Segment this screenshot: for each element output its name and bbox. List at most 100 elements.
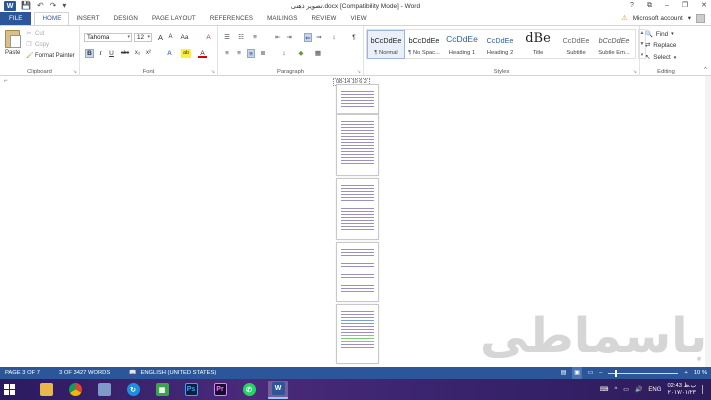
font-launcher-icon[interactable]: ↘ xyxy=(211,69,215,75)
taskbar-file-explorer[interactable] xyxy=(36,381,56,399)
tab-view[interactable]: VIEW xyxy=(344,12,374,25)
vertical-scrollbar[interactable] xyxy=(705,76,711,367)
avatar[interactable] xyxy=(696,14,705,23)
subscript-button[interactable]: x₂ xyxy=(133,49,142,58)
help-button[interactable]: ? xyxy=(630,0,634,12)
proofing-icon[interactable]: 📖 xyxy=(129,370,136,376)
style-title[interactable]: dBe Title xyxy=(519,30,557,59)
word-count[interactable]: 3 OF 3427 WORDS xyxy=(59,370,110,376)
underline-button[interactable]: U xyxy=(107,49,116,58)
strikethrough-button[interactable]: abc xyxy=(119,49,131,58)
tab-selector-icon[interactable]: ⌐ xyxy=(4,78,8,84)
document-page-3[interactable] xyxy=(336,114,379,176)
copy-button[interactable]: ❐ Copy xyxy=(26,41,49,49)
styles-launcher-icon[interactable]: ↘ xyxy=(633,69,637,75)
style-normal[interactable]: bCcDdEe ¶ Normal xyxy=(367,30,405,59)
paragraph-launcher-icon[interactable]: ↘ xyxy=(357,69,361,75)
decrease-indent-icon[interactable]: ⇤ xyxy=(274,33,282,42)
document-page-6[interactable] xyxy=(336,304,379,364)
font-size-select[interactable]: 12 ▾ xyxy=(134,33,152,42)
ribbon-display-options-button[interactable]: ⧉ xyxy=(647,0,652,12)
close-button[interactable]: ✕ xyxy=(701,0,707,12)
tab-page-layout[interactable]: PAGE LAYOUT xyxy=(145,12,203,25)
input-language[interactable]: ENG xyxy=(648,387,661,393)
zoom-slider-thumb[interactable] xyxy=(615,369,618,377)
style-heading-1[interactable]: CcDdEe Heading 1 xyxy=(443,30,481,59)
find-button[interactable]: 🔍 Find ▾ xyxy=(645,30,674,39)
highlight-color-button[interactable]: ab xyxy=(181,49,191,58)
document-page-2[interactable] xyxy=(336,84,379,114)
bullets-icon[interactable]: ☰ xyxy=(223,33,231,42)
select-button[interactable]: ↖ Select ▾ xyxy=(645,54,676,61)
ltr-direction-icon[interactable]: ⇒ xyxy=(315,33,323,42)
show-marks-button[interactable]: ¶ xyxy=(350,33,358,42)
numbering-icon[interactable]: ☷ xyxy=(237,33,245,42)
taskbar-premiere[interactable]: Pr xyxy=(210,381,230,399)
zoom-level[interactable]: 10 % xyxy=(694,367,707,379)
taskbar-blue-app[interactable]: ↻ xyxy=(123,381,143,399)
align-left-icon[interactable]: ≡ xyxy=(223,49,231,58)
style-no-spacing[interactable]: bCcDdEe ¶ No Spac... xyxy=(405,30,443,59)
show-hidden-icons[interactable]: ^ xyxy=(614,387,617,393)
borders-icon[interactable]: ▦ xyxy=(314,49,322,58)
account-label[interactable]: Microsoft account xyxy=(633,12,683,25)
style-heading-2[interactable]: CcDdEe Heading 2 xyxy=(481,30,519,59)
volume-icon[interactable]: 🔊 xyxy=(635,386,642,393)
tab-design[interactable]: DESIGN xyxy=(107,12,145,25)
document-page-4[interactable] xyxy=(336,178,379,240)
sort-icon[interactable]: ↕ xyxy=(330,33,338,42)
tab-mailings[interactable]: MAILINGS xyxy=(260,12,304,25)
print-layout-icon[interactable]: ▣ xyxy=(572,367,582,379)
account-area[interactable]: ⚠ Microsoft account ▾ xyxy=(621,12,705,25)
web-layout-icon[interactable]: ▭ xyxy=(588,367,593,379)
taskbar-whatsapp[interactable]: ✆ xyxy=(239,381,259,399)
multilevel-list-icon[interactable]: ≡ xyxy=(251,33,259,42)
italic-button[interactable]: I xyxy=(96,49,105,58)
style-subtle-emphasis[interactable]: bCcDdEe Subtle Em... xyxy=(595,30,633,59)
taskbar-photoshop[interactable]: Ps xyxy=(181,381,201,399)
minimize-button[interactable]: – xyxy=(665,0,669,12)
language-status[interactable]: ENGLISH (UNITED STATES) xyxy=(140,370,216,376)
cut-button[interactable]: ✂ Cut xyxy=(26,30,44,38)
increase-indent-icon[interactable]: ⇥ xyxy=(285,33,293,42)
paste-icon[interactable] xyxy=(5,30,21,48)
taskbar-word[interactable]: W xyxy=(268,380,288,399)
bold-button[interactable]: B xyxy=(85,49,94,58)
grow-font-button[interactable]: A xyxy=(156,33,165,42)
rtl-direction-icon[interactable]: ⇐ xyxy=(304,33,312,42)
change-case-button[interactable]: Aa xyxy=(180,33,189,42)
align-center-icon[interactable]: ≡ xyxy=(235,49,243,58)
collapse-ribbon-icon[interactable]: ^ xyxy=(704,67,707,73)
zoom-out-button[interactable]: – xyxy=(599,367,602,379)
clear-formatting-button[interactable]: A xyxy=(204,33,213,42)
tab-file[interactable]: FILE xyxy=(0,12,32,25)
font-family-select[interactable]: Tahoma ▾ xyxy=(84,33,132,42)
taskbar-calculator[interactable]: ▦ xyxy=(152,381,172,399)
superscript-button[interactable]: x² xyxy=(144,49,153,58)
font-color-button[interactable]: A xyxy=(198,49,207,58)
keyboard-icon[interactable]: ⌨ xyxy=(600,386,609,393)
restore-button[interactable]: ❐ xyxy=(682,0,688,12)
tab-references[interactable]: REFERENCES xyxy=(203,12,260,25)
start-button[interactable] xyxy=(0,379,18,400)
paste-button[interactable]: Paste xyxy=(5,50,20,56)
format-painter-button[interactable]: 🖌 Format Painter xyxy=(26,52,75,60)
justify-icon[interactable]: ≣ xyxy=(259,49,267,58)
zoom-in-button[interactable]: + xyxy=(684,367,687,379)
network-tray-icon[interactable]: ▭ xyxy=(623,386,629,393)
line-spacing-icon[interactable]: ↕ xyxy=(280,49,288,58)
style-subtitle[interactable]: CcDdEe Subtitle xyxy=(557,30,595,59)
page-count[interactable]: PAGE 3 OF 7 xyxy=(5,370,40,376)
document-area[interactable]: ⌐ 08-14 10 6 2 باسماطی xyxy=(0,76,711,367)
align-right-icon[interactable]: ≡ xyxy=(247,49,255,58)
tab-insert[interactable]: INSERT xyxy=(69,12,106,25)
text-effects-button[interactable]: A xyxy=(165,49,174,58)
taskbar-network-app[interactable] xyxy=(94,381,114,399)
shading-icon[interactable]: ◆ xyxy=(297,49,305,58)
tab-home[interactable]: HOME xyxy=(34,12,70,25)
taskbar-chrome[interactable] xyxy=(65,381,85,399)
tab-review[interactable]: REVIEW xyxy=(304,12,343,25)
replace-button[interactable]: ⇄ Replace xyxy=(645,42,676,49)
shrink-font-button[interactable]: A xyxy=(166,33,175,42)
zoom-slider[interactable] xyxy=(608,369,679,377)
